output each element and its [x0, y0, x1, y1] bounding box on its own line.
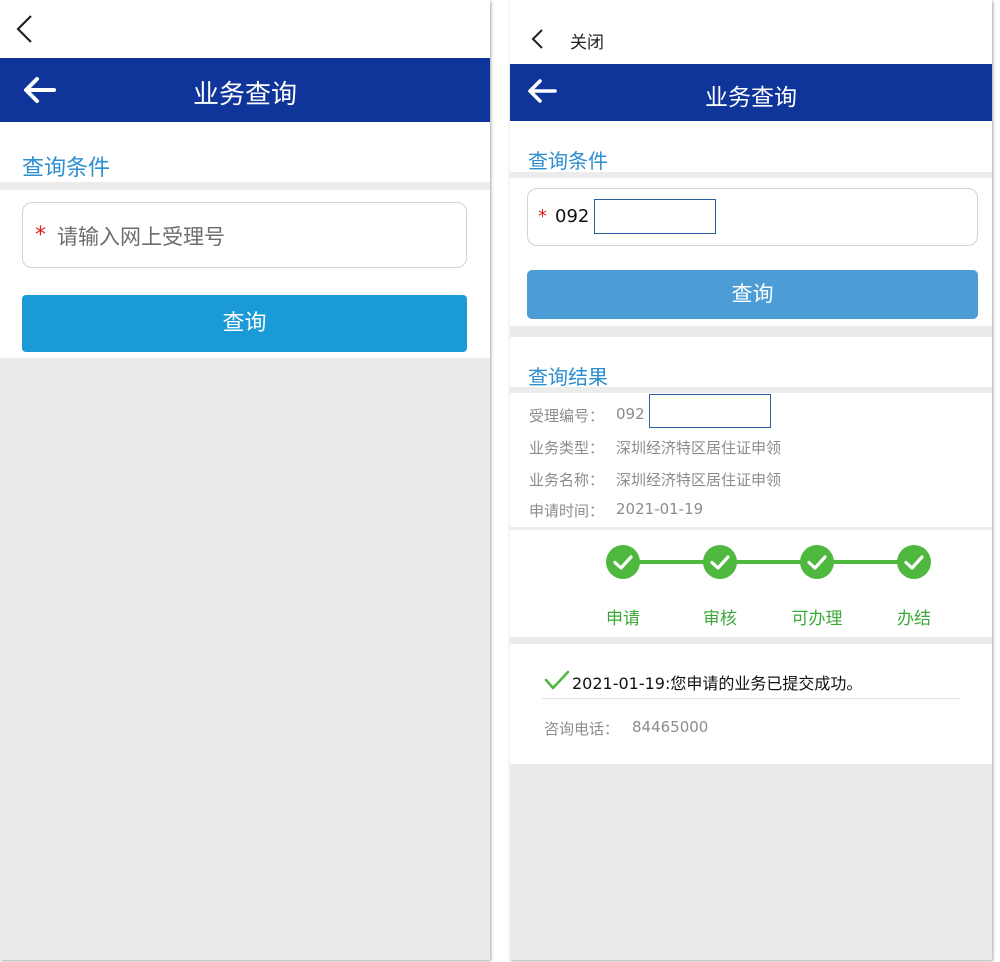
step-label: 审核 — [703, 609, 737, 629]
redaction-box — [594, 199, 716, 234]
required-mark: * — [538, 206, 547, 227]
status-bar — [0, 0, 490, 58]
step-complete-icon — [897, 545, 931, 579]
input-placeholder: 请输入网上受理号 — [57, 225, 225, 249]
right-screen: 关闭 业务查询 查询条件 * 092 查询 查询结果 受理编号： 092 业务类… — [510, 0, 992, 960]
step-label: 办结 — [897, 609, 931, 629]
close-link[interactable]: 关闭 — [570, 28, 604, 53]
field-label: 申请时间： — [529, 502, 605, 520]
status-message: 2021-01-19:您申请的业务已提交成功。 — [572, 674, 863, 693]
field-value: 深圳经济特区居住证申领 — [616, 439, 782, 457]
check-icon — [544, 670, 570, 690]
step-label: 申请 — [606, 609, 640, 629]
progress-stepper: 申请 审核 可办理 办结 — [510, 530, 992, 637]
status-bar: 关闭 — [510, 0, 992, 64]
step-complete-icon — [606, 545, 640, 579]
left-screen: 业务查询 查询条件 * 请输入网上受理号 查询 — [0, 0, 490, 960]
check-icon — [807, 555, 827, 570]
field-value: 092 — [616, 405, 645, 423]
section-title: 查询条件 — [528, 149, 608, 173]
results-title: 查询结果 — [528, 365, 608, 389]
redaction-box — [649, 394, 771, 428]
back-chevron-icon[interactable] — [14, 14, 34, 44]
hotline-label: 咨询电话： — [544, 720, 620, 738]
divider — [0, 182, 490, 190]
field-value: 2021-01-19 — [616, 500, 704, 518]
step-complete-icon — [703, 545, 737, 579]
step-label: 可办理 — [791, 609, 843, 629]
progress-line — [623, 560, 914, 564]
query-button[interactable]: 查询 — [527, 270, 978, 319]
check-icon — [710, 555, 730, 570]
back-chevron-icon[interactable] — [530, 28, 544, 50]
field-value: 深圳经济特区居住证申领 — [616, 471, 782, 489]
section-title: 查询条件 — [22, 156, 111, 181]
field-label: 业务名称： — [529, 471, 605, 489]
check-icon — [613, 555, 633, 570]
status-panel: 2021-01-19:您申请的业务已提交成功。 咨询电话： 84465000 — [510, 644, 992, 764]
query-button[interactable]: 查询 — [22, 295, 467, 352]
check-icon — [904, 555, 924, 570]
field-label: 业务类型： — [529, 439, 605, 457]
nav-bar: 业务查询 — [510, 64, 992, 121]
divider — [510, 172, 992, 178]
accept-number-input[interactable]: * 092 — [527, 188, 978, 246]
page-title: 业务查询 — [192, 80, 297, 110]
accept-number-input[interactable]: * 请输入网上受理号 — [22, 202, 467, 268]
page-title: 业务查询 — [705, 85, 797, 111]
nav-bar: 业务查询 — [0, 58, 490, 122]
divider — [510, 387, 992, 393]
query-panel: 查询条件 * 092 查询 — [510, 121, 992, 326]
step-complete-icon — [800, 545, 834, 579]
required-mark: * — [35, 223, 46, 248]
hotline-number[interactable]: 84465000 — [632, 718, 708, 736]
field-label: 受理编号： — [529, 407, 605, 425]
query-panel: 查询条件 * 请输入网上受理号 查询 — [0, 122, 490, 358]
divider — [542, 698, 960, 699]
input-value: 092 — [555, 206, 590, 227]
results-panel: 查询结果 受理编号： 092 业务类型： 深圳经济特区居住证申领 业务名称： 深… — [510, 337, 992, 527]
